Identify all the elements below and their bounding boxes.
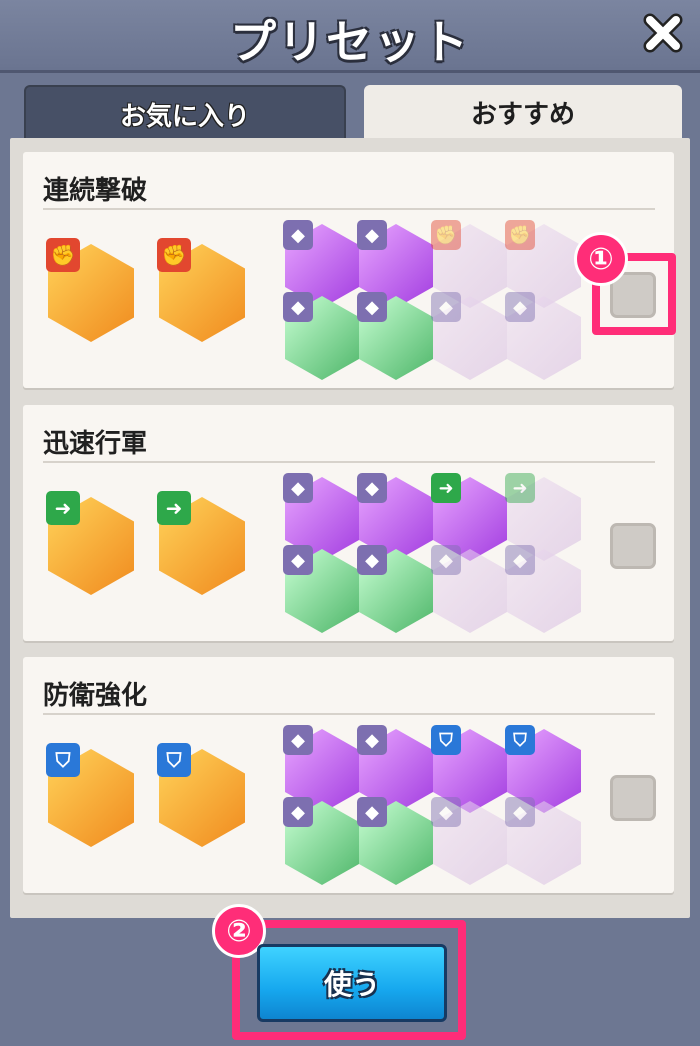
page-title: プリセット (230, 15, 470, 69)
callout-1: ① (574, 232, 628, 286)
gem-badge-icon: ◆ (505, 292, 535, 322)
gem-badge-icon: ◆ (357, 797, 387, 827)
atk-type-badge-icon: ✊ (46, 238, 80, 272)
use-button[interactable]: 使う (257, 944, 447, 1022)
atk-badge-icon: ✊ (431, 220, 461, 250)
spd-type-badge-icon: ➜ (157, 491, 191, 525)
spd-badge-icon: ➜ (505, 473, 535, 503)
header-bar: プリセット (0, 0, 700, 73)
def-type-badge-icon: ⛉ (46, 743, 80, 777)
close-button[interactable] (640, 10, 686, 56)
gem-badge-icon: ◆ (505, 545, 535, 575)
gem-badge-icon: ◆ (283, 473, 313, 503)
spd-type-badge-icon: ➜ (46, 491, 80, 525)
tab-recommended[interactable]: おすすめ (364, 85, 682, 140)
gem-badge-icon: ◆ (283, 545, 313, 575)
close-icon (643, 13, 683, 53)
preset-card: 迅速行軍 ➜ ➜ ◆ ◆ ➜ ➜ ◆ ◆ ◆ ◆ (23, 405, 674, 641)
gem-badge-icon: ◆ (283, 797, 313, 827)
gem-badge-icon: ◆ (357, 725, 387, 755)
divider (43, 461, 655, 463)
gem-badge-icon: ◆ (283, 292, 313, 322)
divider (43, 208, 655, 210)
def-badge-icon: ⛉ (505, 725, 535, 755)
preset-name: 防衛強化 (43, 681, 148, 711)
gem-badge-icon: ◆ (431, 545, 461, 575)
gem-badge-icon: ◆ (357, 473, 387, 503)
spd-badge-icon: ➜ (431, 473, 461, 503)
divider (43, 713, 655, 715)
atk-type-badge-icon: ✊ (157, 238, 191, 272)
gem-badge-icon: ◆ (357, 292, 387, 322)
preset-name: 連続撃破 (43, 176, 148, 206)
atk-badge-icon: ✊ (505, 220, 535, 250)
gem-badge-icon: ◆ (283, 220, 313, 250)
preset-card: 防衛強化 ⛉ ⛉ ◆ ◆ ⛉ ⛉ ◆ ◆ ◆ ◆ (23, 657, 674, 893)
preset-select-checkbox[interactable] (610, 523, 656, 569)
def-badge-icon: ⛉ (431, 725, 461, 755)
gem-badge-icon: ◆ (505, 797, 535, 827)
gem-badge-icon: ◆ (357, 220, 387, 250)
tab-favorites[interactable]: お気に入り (24, 85, 346, 142)
def-type-badge-icon: ⛉ (157, 743, 191, 777)
preset-select-checkbox[interactable] (610, 775, 656, 821)
gem-badge-icon: ◆ (431, 797, 461, 827)
gem-badge-icon: ◆ (431, 292, 461, 322)
gem-badge-icon: ◆ (283, 725, 313, 755)
gem-badge-icon: ◆ (357, 545, 387, 575)
preset-name: 迅速行軍 (43, 429, 148, 459)
